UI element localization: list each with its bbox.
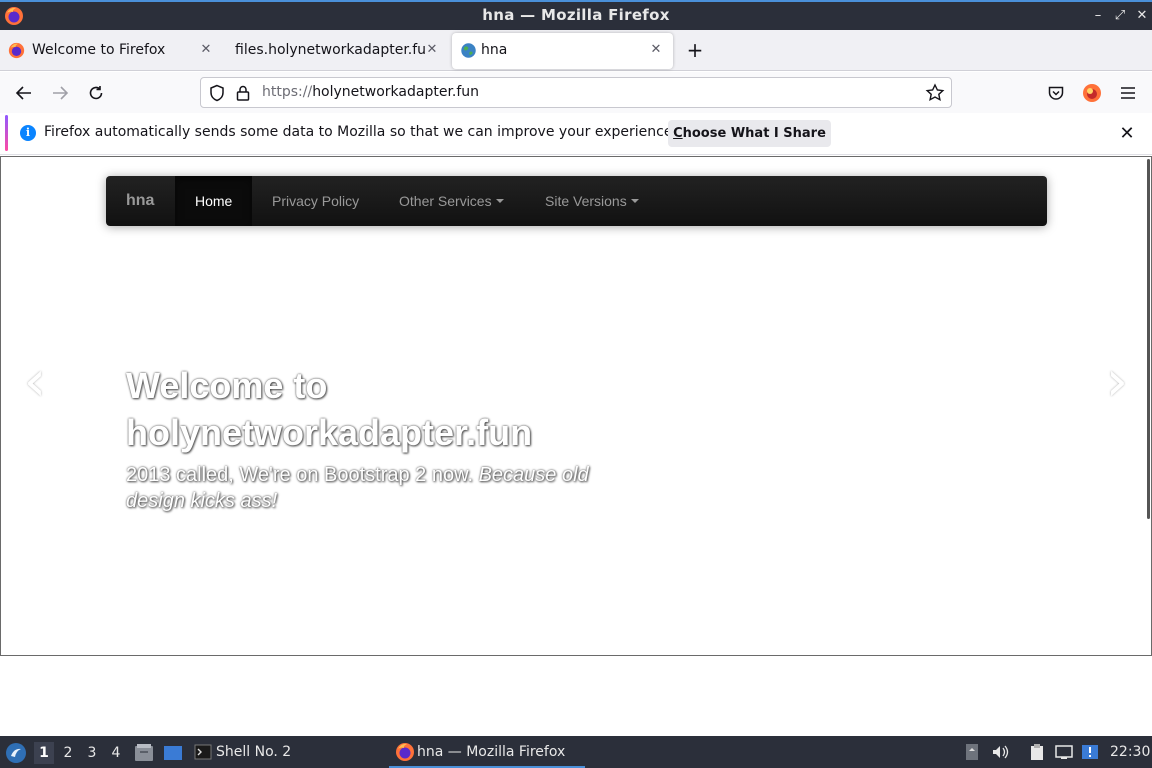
close-window-button[interactable]: ✕ bbox=[1132, 6, 1152, 26]
terminal-icon bbox=[194, 744, 212, 760]
minimize-button[interactable]: – bbox=[1088, 6, 1108, 26]
nav-other-services[interactable]: Other Services bbox=[379, 176, 524, 226]
account-button[interactable] bbox=[1079, 80, 1105, 106]
url-text[interactable]: https://holynetworkadapter.fun bbox=[262, 84, 479, 100]
close-tab-icon[interactable]: ✕ bbox=[198, 42, 214, 58]
pocket-icon bbox=[1048, 86, 1064, 100]
url-host: holynetworkadapter.fun bbox=[312, 84, 480, 100]
volume-icon[interactable] bbox=[991, 743, 1009, 761]
bookmark-star-icon[interactable] bbox=[925, 83, 945, 103]
caret-down-icon bbox=[630, 199, 639, 204]
new-tab-button[interactable]: + bbox=[683, 40, 707, 62]
notification-accent bbox=[5, 115, 8, 151]
tray-scroll-icon[interactable] bbox=[963, 743, 981, 761]
hamburger-menu-icon bbox=[1121, 87, 1135, 99]
maximize-button[interactable]: ⤢ bbox=[1110, 6, 1130, 26]
info-icon: i bbox=[20, 125, 36, 141]
globe-icon bbox=[461, 43, 476, 58]
site-brand[interactable]: hna bbox=[126, 192, 154, 210]
firefox-icon bbox=[396, 743, 414, 761]
nav-privacy-policy[interactable]: Privacy Policy bbox=[252, 176, 379, 226]
arrow-right-icon bbox=[53, 86, 69, 100]
site-navbar: hna Home Privacy Policy Other Services S… bbox=[106, 176, 1047, 226]
url-scheme: https:// bbox=[262, 84, 313, 100]
close-notification-icon[interactable]: ✕ bbox=[1117, 124, 1137, 144]
button-accesskey: C bbox=[673, 126, 683, 141]
arrow-left-icon bbox=[15, 86, 31, 100]
notifications-icon[interactable] bbox=[1081, 743, 1099, 761]
url-bar[interactable]: https://holynetworkadapter.fun bbox=[200, 77, 952, 108]
nav-label: Site Versions bbox=[545, 193, 627, 209]
tab-files[interactable]: files.holynetworkadapter.fun ✕ bbox=[222, 33, 448, 69]
nav-home[interactable]: Home bbox=[175, 176, 253, 226]
nav-label: Other Services bbox=[399, 193, 492, 209]
caret-down-icon bbox=[495, 199, 504, 204]
button-label: hoose What I Share bbox=[682, 126, 826, 141]
nav-site-versions[interactable]: Site Versions bbox=[525, 176, 659, 226]
workspace-2[interactable]: 2 bbox=[58, 742, 78, 764]
task-label: Shell No. 2 bbox=[216, 744, 292, 760]
back-button[interactable] bbox=[11, 80, 37, 106]
hero-subtitle: 2013 called, We're on Bootstrap 2 now. B… bbox=[126, 462, 646, 514]
close-tab-icon[interactable]: ✕ bbox=[424, 42, 440, 58]
notification-message: Firefox automatically sends some data to… bbox=[44, 124, 677, 140]
forward-button[interactable] bbox=[47, 80, 73, 106]
choose-what-i-share-button[interactable]: Choose What I Share bbox=[668, 120, 831, 147]
lock-icon[interactable] bbox=[234, 84, 252, 102]
hero-title-line1: Welcome to bbox=[126, 365, 328, 406]
tab-welcome[interactable]: Welcome to Firefox ✕ bbox=[0, 33, 222, 69]
app-menu-button[interactable] bbox=[1115, 80, 1141, 106]
workspace-3[interactable]: 3 bbox=[82, 742, 102, 764]
firefox-icon bbox=[8, 42, 25, 59]
hero-title-line2: holynetworkadapter.fun bbox=[126, 412, 533, 453]
task-firefox[interactable]: hna — Mozilla Firefox bbox=[389, 736, 585, 768]
task-label: hna — Mozilla Firefox bbox=[417, 744, 566, 760]
page-viewport[interactable]: hna Home Privacy Policy Other Services S… bbox=[0, 156, 1152, 656]
tab-label: Welcome to Firefox bbox=[32, 42, 166, 58]
tab-label: files.holynetworkadapter.fun bbox=[235, 42, 427, 58]
scrollbar[interactable] bbox=[1147, 159, 1150, 519]
tab-label: hna bbox=[481, 42, 508, 58]
network-icon[interactable] bbox=[1055, 743, 1073, 761]
data-collection-notification: i Firefox automatically sends some data … bbox=[0, 113, 1152, 155]
avatar-icon bbox=[1083, 84, 1101, 102]
hero-subtitle-plain: 2013 called, We're on Bootstrap 2 now. bbox=[126, 464, 479, 486]
nav-toolbar: https://holynetworkadapter.fun bbox=[0, 72, 1152, 113]
carousel-next-icon[interactable]: › bbox=[1097, 354, 1137, 410]
shield-icon[interactable] bbox=[208, 84, 226, 102]
show-desktop-icon[interactable] bbox=[163, 743, 183, 763]
clock[interactable]: 22:30 bbox=[1110, 736, 1150, 768]
file-manager-icon[interactable] bbox=[134, 743, 154, 763]
task-shell[interactable]: Shell No. 2 bbox=[194, 736, 291, 768]
clipboard-icon[interactable] bbox=[1028, 743, 1046, 761]
workspace-4[interactable]: 4 bbox=[106, 742, 126, 764]
tab-strip: Welcome to Firefox ✕ files.holynetworkad… bbox=[0, 30, 1152, 71]
workspace-1[interactable]: 1 bbox=[34, 742, 54, 764]
carousel-caption: Welcome to holynetworkadapter.fun 2013 c… bbox=[126, 362, 646, 514]
taskbar: 1 2 3 4 Shell No. 2 hna — Mozilla Firefo… bbox=[0, 736, 1152, 768]
reload-icon bbox=[89, 86, 103, 100]
pocket-button[interactable] bbox=[1043, 80, 1069, 106]
tab-hna[interactable]: hna ✕ bbox=[452, 33, 673, 69]
reload-button[interactable] bbox=[83, 80, 109, 106]
carousel-prev-icon[interactable]: ‹ bbox=[15, 354, 55, 410]
window-titlebar: hna — Mozilla Firefox – ⤢ ✕ bbox=[0, 0, 1152, 30]
close-tab-icon[interactable]: ✕ bbox=[648, 42, 664, 58]
start-menu-icon[interactable] bbox=[5, 742, 27, 764]
window-title: hna — Mozilla Firefox bbox=[482, 6, 670, 24]
